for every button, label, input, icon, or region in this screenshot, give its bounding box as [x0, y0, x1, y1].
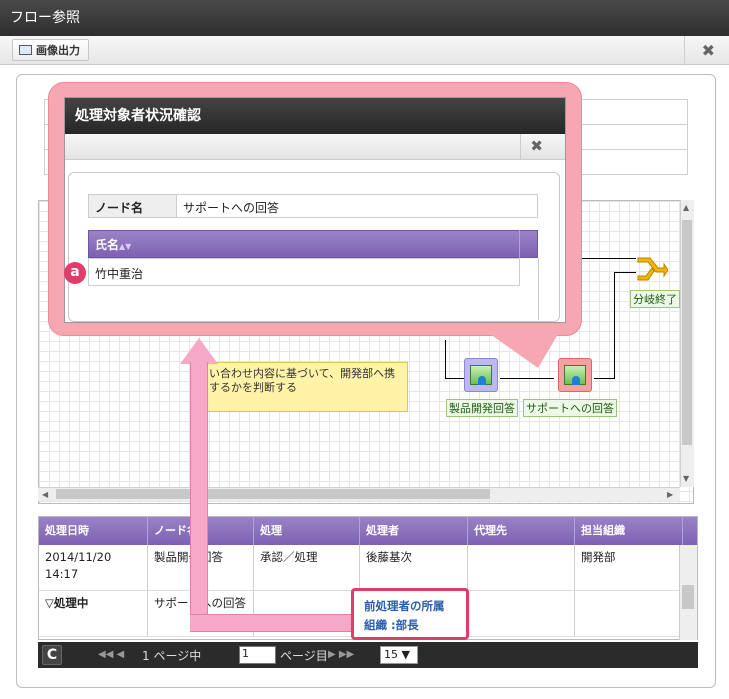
export-image-label: 画像出力 [36, 44, 80, 57]
connector-line [445, 378, 465, 379]
highlight-line: 前処理者の所属 [364, 599, 445, 613]
page-number-input[interactable]: 1 [239, 646, 276, 664]
merge-icon[interactable] [636, 252, 669, 282]
annotation-arrow [190, 362, 208, 632]
close-icon[interactable]: ✖ [530, 137, 543, 155]
node-label-support-answer: サポートへの回答 [523, 399, 617, 417]
image-icon [19, 45, 32, 55]
table-scroll-thumb[interactable] [682, 585, 694, 609]
page-of-label: 1 ページ中 [142, 649, 202, 663]
cell-user: 後藤基次 [360, 545, 468, 590]
column-header-spacer [683, 517, 697, 545]
node-name-label: ノード名 [89, 195, 177, 217]
page-size-select[interactable]: 15 ▼ [380, 646, 418, 664]
node-name-value: サポートへの回答 [183, 201, 280, 215]
toolbar-divider [684, 36, 685, 65]
user-task-icon [470, 365, 492, 385]
dialog-toolbar: ✖ [65, 134, 565, 160]
user-task-icon [564, 365, 586, 385]
toolbar: 画像出力 ✖ [0, 36, 729, 65]
dialog-toolbar-divider [520, 134, 521, 160]
first-prev-page-icon[interactable]: ◀◀ ◀ [98, 649, 124, 660]
column-header[interactable]: 処理日時 [39, 517, 148, 545]
table-row[interactable]: 2014/11/20 14:17 製品開発回答 承認／処理 後藤基次 開発部 [39, 545, 697, 591]
connector-line [614, 272, 636, 273]
connector-line [614, 272, 615, 379]
pager-bar: C ◀◀ ◀ 1 ページ中 1 ページ目 ▶ ▶▶ 15 ▼ [38, 642, 698, 668]
cell-date: 2014/11/20 14:17 [39, 545, 148, 590]
scroll-right-icon[interactable]: ▶ [667, 490, 673, 499]
connector-line [594, 378, 614, 379]
connector-line [445, 340, 446, 378]
annotation-badge: a [64, 262, 86, 284]
flow-node-support-answer[interactable] [558, 358, 592, 392]
column-header[interactable]: 処理 [254, 517, 360, 545]
window-title: フロー参照 [10, 10, 80, 26]
horizontal-scroll-thumb[interactable] [56, 489, 490, 499]
refresh-icon[interactable]: C [42, 645, 62, 665]
assignee-name: 竹中重治 [95, 267, 144, 281]
node-label-branch-end: 分岐終了 [630, 290, 680, 308]
next-last-page-icon[interactable]: ▶ ▶▶ [328, 649, 354, 660]
highlight-callout: 前処理者の所属 組織 :部長 [351, 588, 469, 640]
node-name-row: ノード名 サポートへの回答 [88, 194, 538, 218]
cell-org: 開発部 [575, 545, 683, 590]
dialog-table-edge [538, 258, 539, 320]
cell-org [575, 591, 683, 636]
scroll-down-icon[interactable]: ▼ [683, 474, 689, 483]
cell-date-text: 2014/11/20 [45, 550, 112, 564]
cell-proxy [468, 591, 575, 636]
cell-time-text: 14:17 [45, 567, 79, 581]
sort-icon[interactable]: ▲▼ [119, 242, 131, 251]
cell-proxy [468, 545, 575, 590]
dialog-title: 処理対象者状況確認 [65, 98, 565, 134]
scroll-up-icon[interactable]: ▲ [683, 203, 689, 212]
name-column-header[interactable]: 氏名▲▼ [88, 230, 538, 258]
cell-action: 承認／処理 [254, 545, 360, 590]
table-header: 処理日時 ノード名 処理 処理者 代理先 担当組織 [39, 517, 697, 545]
connector-line [582, 258, 636, 259]
node-label-product-dev: 製品開発回答 [446, 399, 518, 417]
cell-date: ▽処理中 [39, 591, 148, 636]
zoom-callout-tail [490, 334, 558, 368]
connector-line [500, 378, 554, 379]
diagram-note: い合わせ内容に基づいて、開発部へ携するかを判断する [190, 362, 408, 412]
column-header[interactable]: 処理者 [360, 517, 468, 545]
highlight-line: 組織 :部長 [364, 618, 419, 632]
annotation-arrow-head [180, 338, 218, 364]
column-header[interactable]: 代理先 [468, 517, 575, 545]
page-suffix-label: ページ目 [280, 649, 328, 663]
vertical-scroll-thumb[interactable] [682, 220, 692, 445]
export-image-button[interactable]: 画像出力 [12, 39, 89, 61]
scroll-left-icon[interactable]: ◀ [42, 490, 48, 499]
column-header[interactable]: 担当組織 [575, 517, 683, 545]
close-icon[interactable]: ✖ [702, 41, 715, 60]
table-row[interactable]: 竹中重治 [88, 258, 520, 286]
window-title-bar: フロー参照 [0, 0, 729, 36]
name-header-label: 氏名 [95, 238, 120, 252]
header-divider [519, 230, 520, 258]
annotation-arrow [190, 614, 360, 632]
